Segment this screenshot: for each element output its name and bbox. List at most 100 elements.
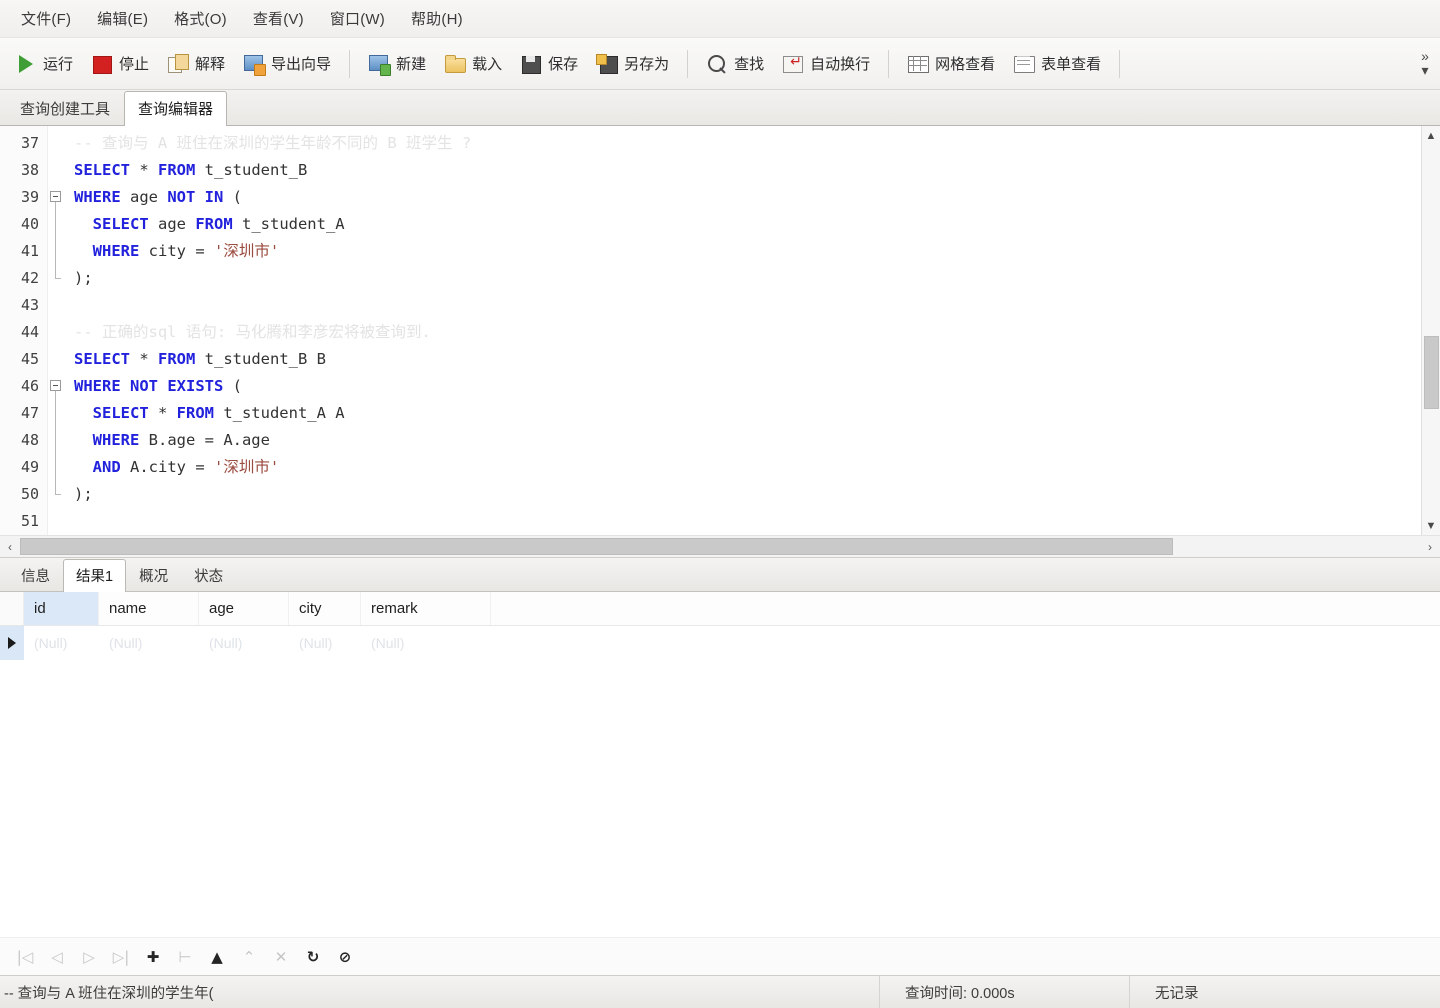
scroll-down-icon[interactable]: ▼ xyxy=(1422,516,1440,535)
word-wrap-icon xyxy=(782,53,804,75)
tab-profile[interactable]: 概况 xyxy=(126,559,181,592)
save-as-button[interactable]: 另存为 xyxy=(587,48,678,80)
stop-loading-button[interactable]: ⊘ xyxy=(330,943,360,971)
fold-collapse-icon[interactable] xyxy=(50,380,61,391)
add-record-button[interactable]: ✚ xyxy=(138,943,168,971)
code-line[interactable]: WHERE NOT EXISTS ( xyxy=(64,373,1440,400)
cell-name[interactable]: (Null) xyxy=(99,626,199,660)
save-button[interactable]: 保存 xyxy=(511,48,587,80)
load-button[interactable]: 载入 xyxy=(435,48,511,80)
cell-city[interactable]: (Null) xyxy=(289,626,361,660)
play-icon xyxy=(15,53,37,75)
grid-view-button[interactable]: 网格查看 xyxy=(898,48,1004,80)
sql-code-area[interactable]: -- 查询与 A 班住在深圳的学生年龄不同的 B 班学生 ?SELECT * F… xyxy=(64,126,1440,535)
fold-marker xyxy=(48,481,64,508)
menu-file[interactable]: 文件(F) xyxy=(8,4,84,33)
export-wizard-button[interactable]: 导出向导 xyxy=(234,48,340,80)
fold-marker xyxy=(48,319,64,346)
code-line[interactable]: AND A.city = '深圳市' xyxy=(64,454,1440,481)
fold-end-marker xyxy=(55,265,56,279)
delete-record-button[interactable]: ⌃ xyxy=(234,943,264,971)
code-line[interactable]: SELECT * FROM t_student_A A xyxy=(64,400,1440,427)
horizontal-scroll-thumb[interactable] xyxy=(20,538,1173,555)
grid-corner-cell[interactable] xyxy=(0,592,24,625)
cell-remark[interactable]: (Null) xyxy=(361,626,491,660)
horizontal-scroll-track[interactable] xyxy=(20,536,1420,557)
code-token-punc: ); xyxy=(74,269,93,287)
code-line[interactable]: -- 正确的sql 语句: 马化腾和李彦宏将被查询到. xyxy=(64,319,1440,346)
code-line[interactable]: WHERE age NOT IN ( xyxy=(64,184,1440,211)
sql-editor-body[interactable]: 373839404142434445464748495051 -- 查询与 A … xyxy=(0,126,1440,535)
folder-open-icon xyxy=(444,53,466,75)
column-header-age[interactable]: age xyxy=(199,592,289,625)
explain-button[interactable]: 解释 xyxy=(158,48,234,80)
menu-window[interactable]: 窗口(W) xyxy=(317,4,398,33)
column-header-city[interactable]: city xyxy=(289,592,361,625)
find-button-label: 查找 xyxy=(734,53,764,74)
tab-query-editor[interactable]: 查询编辑器 xyxy=(124,91,227,126)
next-record-button[interactable]: ▷ xyxy=(74,943,104,971)
code-line[interactable]: ); xyxy=(64,481,1440,508)
fold-marker[interactable] xyxy=(48,373,64,400)
stop-button[interactable]: 停止 xyxy=(82,48,158,80)
code-token-punc: ( xyxy=(223,377,242,395)
search-icon xyxy=(706,53,728,75)
fold-end-marker xyxy=(55,481,56,495)
tab-result-1[interactable]: 结果1 xyxy=(63,559,126,592)
insert-record-button[interactable]: ⊢ xyxy=(170,943,200,971)
code-line[interactable]: SELECT age FROM t_student_A xyxy=(64,211,1440,238)
code-line[interactable]: -- 查询与 A 班住在深圳的学生年龄不同的 B 班学生 ? xyxy=(64,130,1440,157)
fold-collapse-icon[interactable] xyxy=(50,191,61,202)
word-wrap-button[interactable]: 自动换行 xyxy=(773,48,879,80)
toolbar-overflow-button[interactable]: » ▾ xyxy=(1414,38,1436,89)
code-line[interactable]: WHERE B.age = A.age xyxy=(64,427,1440,454)
refresh-button[interactable]: ↻ xyxy=(298,943,328,971)
menu-view[interactable]: 查看(V) xyxy=(240,4,317,33)
apply-change-button[interactable]: ▲ xyxy=(202,943,232,971)
code-line[interactable]: SELECT * FROM t_student_B B xyxy=(64,346,1440,373)
cancel-change-button[interactable]: ✕ xyxy=(266,943,296,971)
column-header-name[interactable]: name xyxy=(99,592,199,625)
code-token-plain: age xyxy=(121,188,168,206)
column-header-remark[interactable]: remark xyxy=(361,592,491,625)
column-header-id[interactable]: id xyxy=(24,592,99,625)
code-line[interactable] xyxy=(64,508,1440,535)
code-token-kw: SELECT xyxy=(74,215,149,233)
code-token-cmt: -- 正确的sql 语句: 马化腾和李彦宏将被查询到. xyxy=(74,323,431,341)
cell-id[interactable]: (Null) xyxy=(24,626,99,660)
current-row-indicator[interactable] xyxy=(0,626,24,660)
new-button-label: 新建 xyxy=(396,53,426,74)
previous-record-button[interactable]: ◁ xyxy=(42,943,72,971)
fold-guide-line xyxy=(55,211,56,238)
scroll-left-icon[interactable]: ‹ xyxy=(0,540,20,554)
tab-info[interactable]: 信息 xyxy=(8,559,63,592)
editor-horizontal-scrollbar[interactable]: ‹ › xyxy=(0,535,1440,557)
last-record-button[interactable]: ▷| xyxy=(106,943,136,971)
tab-query-builder[interactable]: 查询创建工具 xyxy=(6,91,124,126)
scroll-right-icon[interactable]: › xyxy=(1420,540,1440,554)
editor-vertical-scrollbar[interactable]: ▲ ▼ xyxy=(1421,126,1440,535)
code-line[interactable]: WHERE city = '深圳市' xyxy=(64,238,1440,265)
menu-edit[interactable]: 编辑(E) xyxy=(84,4,161,33)
line-number: 44 xyxy=(0,319,47,346)
table-row[interactable]: (Null)(Null)(Null)(Null)(Null) xyxy=(0,626,1440,660)
first-record-button[interactable]: |◁ xyxy=(10,943,40,971)
cell-age[interactable]: (Null) xyxy=(199,626,289,660)
menu-help[interactable]: 帮助(H) xyxy=(398,4,476,33)
code-line[interactable]: SELECT * FROM t_student_B xyxy=(64,157,1440,184)
code-line[interactable]: ); xyxy=(64,265,1440,292)
vertical-scroll-thumb[interactable] xyxy=(1424,336,1439,409)
fold-marker[interactable] xyxy=(48,184,64,211)
tab-status[interactable]: 状态 xyxy=(181,559,236,592)
run-button[interactable]: 运行 xyxy=(6,48,82,80)
result-grid-empty-area[interactable] xyxy=(0,660,1440,937)
form-view-button[interactable]: 表单查看 xyxy=(1004,48,1110,80)
code-folding-column[interactable] xyxy=(48,126,64,535)
menu-format[interactable]: 格式(O) xyxy=(161,4,240,33)
find-button[interactable]: 查找 xyxy=(697,48,773,80)
code-line[interactable] xyxy=(64,292,1440,319)
code-token-kw: SELECT xyxy=(74,404,149,422)
result-grid-rows: (Null)(Null)(Null)(Null)(Null) xyxy=(0,626,1440,660)
new-button[interactable]: 新建 xyxy=(359,48,435,80)
scroll-up-icon[interactable]: ▲ xyxy=(1422,126,1440,145)
